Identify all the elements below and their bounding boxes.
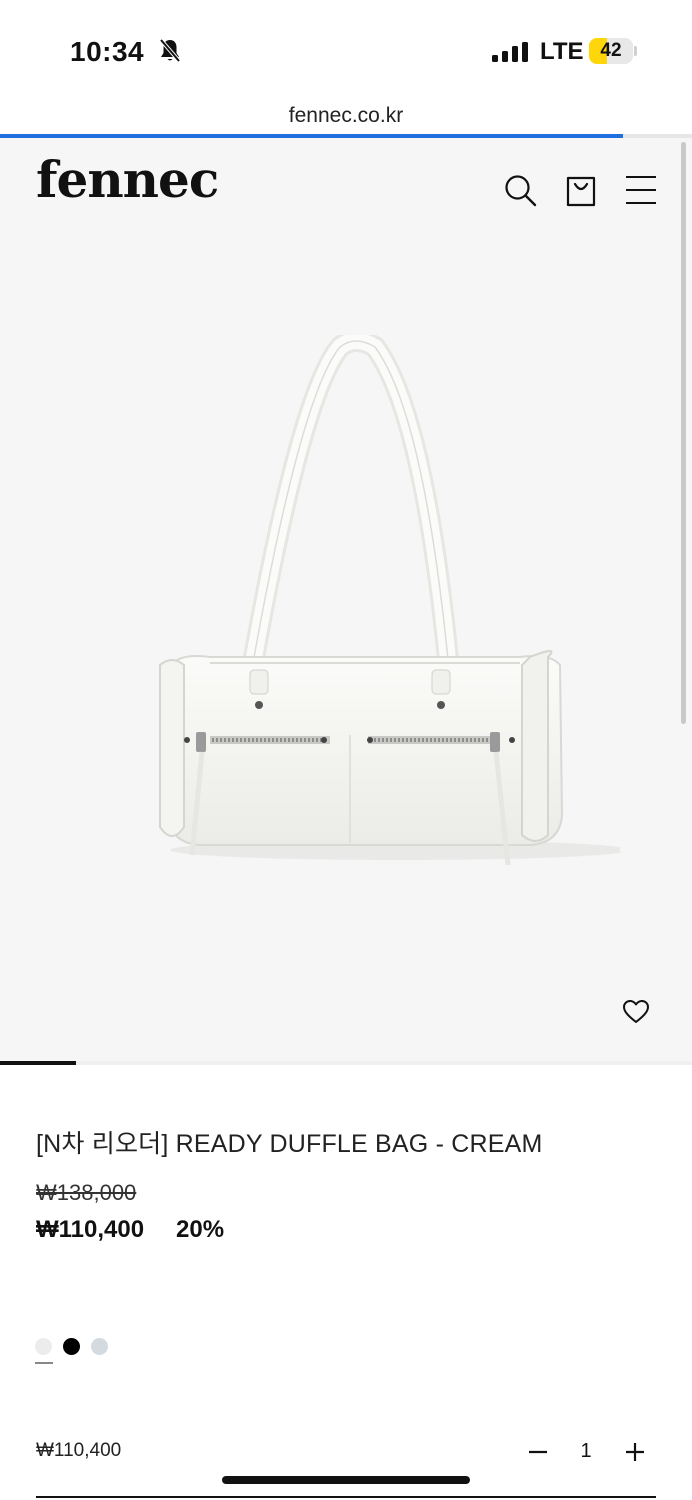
- site-logo[interactable]: fennec: [36, 150, 219, 209]
- gallery-progress-indicator: [0, 1061, 77, 1065]
- url-text[interactable]: fennec.co.kr: [0, 104, 692, 128]
- status-time: 10:34: [70, 36, 145, 67]
- network-type: LTE: [540, 38, 584, 65]
- bell-off-icon: [159, 38, 181, 63]
- color-swatch-cream[interactable]: [35, 1338, 52, 1355]
- cellular-signal-icon: [492, 42, 528, 62]
- search-icon[interactable]: [502, 172, 538, 208]
- color-swatch-gray[interactable]: [91, 1338, 108, 1355]
- product-title: [N차 리오더] READY DUFFLE BAG - CREAM: [36, 1130, 543, 1158]
- original-price: ₩138,000: [36, 1180, 137, 1205]
- menu-icon[interactable]: [623, 172, 659, 208]
- status-bar: 10:34 LTE 42: [0, 0, 692, 100]
- battery-icon: 42: [589, 38, 633, 64]
- minus-icon[interactable]: [525, 1438, 551, 1464]
- discount-rate: 20%: [176, 1216, 225, 1243]
- battery-percentage: 42: [600, 40, 622, 61]
- heart-icon[interactable]: [622, 998, 650, 1026]
- gallery-progress-track: [0, 1061, 692, 1065]
- shopping-bag-icon[interactable]: [563, 172, 599, 208]
- total-price: ₩110,400: [36, 1440, 122, 1461]
- page-scrollbar[interactable]: [681, 142, 686, 724]
- plus-icon[interactable]: [622, 1438, 648, 1464]
- color-swatch-black[interactable]: [63, 1338, 80, 1355]
- home-indicator[interactable]: [222, 1476, 470, 1484]
- sale-price: ₩110,400: [36, 1216, 145, 1243]
- browser-address-bar[interactable]: fennec.co.kr: [0, 100, 692, 136]
- quantity-value[interactable]: 1: [578, 1440, 594, 1463]
- selected-swatch-underline: [35, 1362, 53, 1364]
- battery-cap: [634, 46, 637, 56]
- product-image: [159, 335, 620, 866]
- bottom-divider: [36, 1496, 656, 1498]
